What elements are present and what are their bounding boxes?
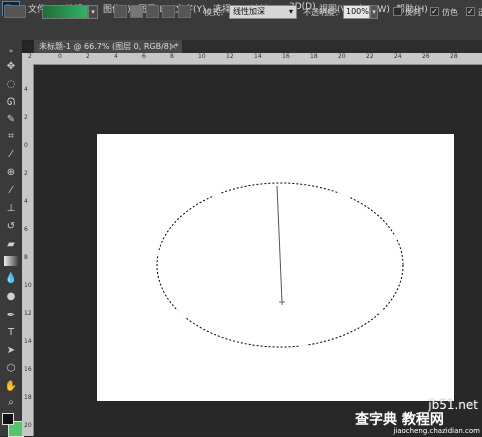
type-tool-icon[interactable]: T (4, 326, 18, 339)
reverse-checkbox[interactable] (393, 7, 402, 16)
dodge-tool-icon[interactable]: ● (4, 290, 18, 303)
opacity-dropdown-icon[interactable]: ▾ (370, 5, 378, 19)
move-tool-icon[interactable]: ✥ (4, 60, 18, 73)
options-bar (0, 16, 482, 41)
ruler-tick-label: 16 (24, 366, 32, 373)
ruler-tick-label: 2 (24, 170, 28, 177)
watermark-url: jiaocheng.chazidian.com (393, 427, 480, 435)
close-icon[interactable]: × (170, 40, 177, 53)
ruler-tick-label: 24 (394, 53, 402, 60)
ruler-tick-label: 2 (28, 53, 32, 60)
ruler-tick-label: 4 (114, 53, 118, 60)
linear-gradient-icon[interactable] (114, 5, 127, 18)
ruler-tick-label: 6 (24, 226, 28, 233)
ruler-tick-label: 4 (24, 86, 28, 93)
zoom-tool-icon[interactable]: ⌕ (4, 396, 18, 409)
radial-gradient-icon[interactable] (130, 5, 143, 18)
pen-tool-icon[interactable]: ✒ (4, 309, 18, 322)
ruler-tick-label: 28 (450, 53, 458, 60)
watermark-cn-text: 查字典 教程网 (355, 412, 444, 428)
gradient-preview[interactable] (42, 5, 88, 19)
transparency-checkbox[interactable]: ✓ (466, 7, 475, 16)
path-selection-tool-icon[interactable]: ➤ (4, 344, 18, 357)
ruler-horizontal: 2 0 2 4 6 8 10 12 14 16 18 20 22 24 26 2… (22, 53, 482, 65)
ruler-tick-label: 22 (366, 53, 374, 60)
brush-tool-icon[interactable]: ⁄ (4, 184, 18, 197)
tool-preset-picker[interactable] (4, 5, 26, 18)
eraser-tool-icon[interactable]: ▰ (4, 238, 18, 251)
shape-tool-icon[interactable]: ⬡ (4, 362, 18, 375)
ruler-tick-label: 20 (338, 53, 346, 60)
ruler-tick-label: 16 (282, 53, 290, 60)
reflected-gradient-icon[interactable] (162, 5, 175, 18)
document-tab[interactable]: 未标题-1 @ 66.7% (图层 0, RGB/8) * (34, 40, 182, 53)
marquee-tool-icon[interactable]: ◌ (4, 78, 18, 91)
history-brush-tool-icon[interactable]: ↺ (4, 220, 18, 233)
gradient-dropdown-icon[interactable]: ▾ (88, 5, 98, 19)
ruler-tick-label: 10 (198, 53, 206, 60)
opacity-label: 不透明度： (303, 8, 343, 17)
healing-brush-tool-icon[interactable]: ⊕ (4, 166, 18, 179)
hand-tool-icon[interactable]: ✋ (4, 380, 18, 393)
ruler-tick-label: 12 (226, 53, 234, 60)
ruler-tick-label: 14 (24, 338, 32, 345)
dither-checkbox[interactable]: ✓ (430, 7, 439, 16)
gradient-drag-line (276, 185, 283, 303)
eyedropper-tool-icon[interactable]: ⁄ (4, 148, 18, 161)
toolbox-collapse-icon[interactable]: » (4, 45, 18, 58)
ruler-tick-label: 20 (24, 422, 32, 429)
blur-tool-icon[interactable]: 💧 (4, 272, 18, 285)
mode-value: 线性加深 (233, 7, 265, 16)
quick-select-tool-icon[interactable]: ✎ (4, 113, 18, 126)
ruler-tick-label: 8 (170, 53, 174, 60)
reverse-label: 反向 (405, 8, 421, 17)
mode-label: 模式： (204, 8, 228, 17)
ruler-tick-label: 18 (310, 53, 318, 60)
foreground-color-swatch[interactable] (2, 413, 14, 425)
ruler-tick-label: 12 (24, 310, 32, 317)
ruler-tick-label: 26 (422, 53, 430, 60)
angle-gradient-icon[interactable] (146, 5, 159, 18)
ruler-tick-label: 0 (58, 53, 62, 60)
ruler-tick-label: 18 (24, 394, 32, 401)
ruler-tick-label: 8 (24, 254, 28, 261)
ruler-tick-label: 0 (24, 142, 28, 149)
gradient-end-crosshair (279, 299, 285, 305)
opacity-input[interactable]: 100% (343, 5, 370, 19)
watermark: jb51.net 查字典 教程网 jiaocheng.chazidian.com (355, 398, 482, 436)
clone-stamp-tool-icon[interactable]: ⊥ (4, 202, 18, 215)
ruler-tick-label: 4 (24, 198, 28, 205)
lasso-tool-icon[interactable]: ᘏ (4, 96, 18, 109)
crop-tool-icon[interactable]: ⌗ (4, 130, 18, 143)
chevron-down-icon: ▾ (288, 7, 293, 16)
dither-label: 仿色 (442, 8, 458, 17)
ruler-tick-label: 2 (24, 114, 28, 121)
diamond-gradient-icon[interactable] (178, 5, 191, 18)
ruler-tick-label: 2 (86, 53, 90, 60)
elliptical-selection[interactable] (97, 134, 454, 401)
ruler-vertical: 4 2 0 2 4 6 8 10 12 14 16 18 20 (22, 64, 34, 436)
ruler-tick-label: 10 (24, 282, 32, 289)
gradient-tool-icon[interactable] (4, 256, 18, 266)
transparency-label: 透明区域 (478, 7, 482, 18)
mode-select[interactable]: 线性加深 ▾ (229, 5, 297, 19)
ruler-tick-label: 14 (254, 53, 262, 60)
ruler-tick-label: 6 (142, 53, 146, 60)
